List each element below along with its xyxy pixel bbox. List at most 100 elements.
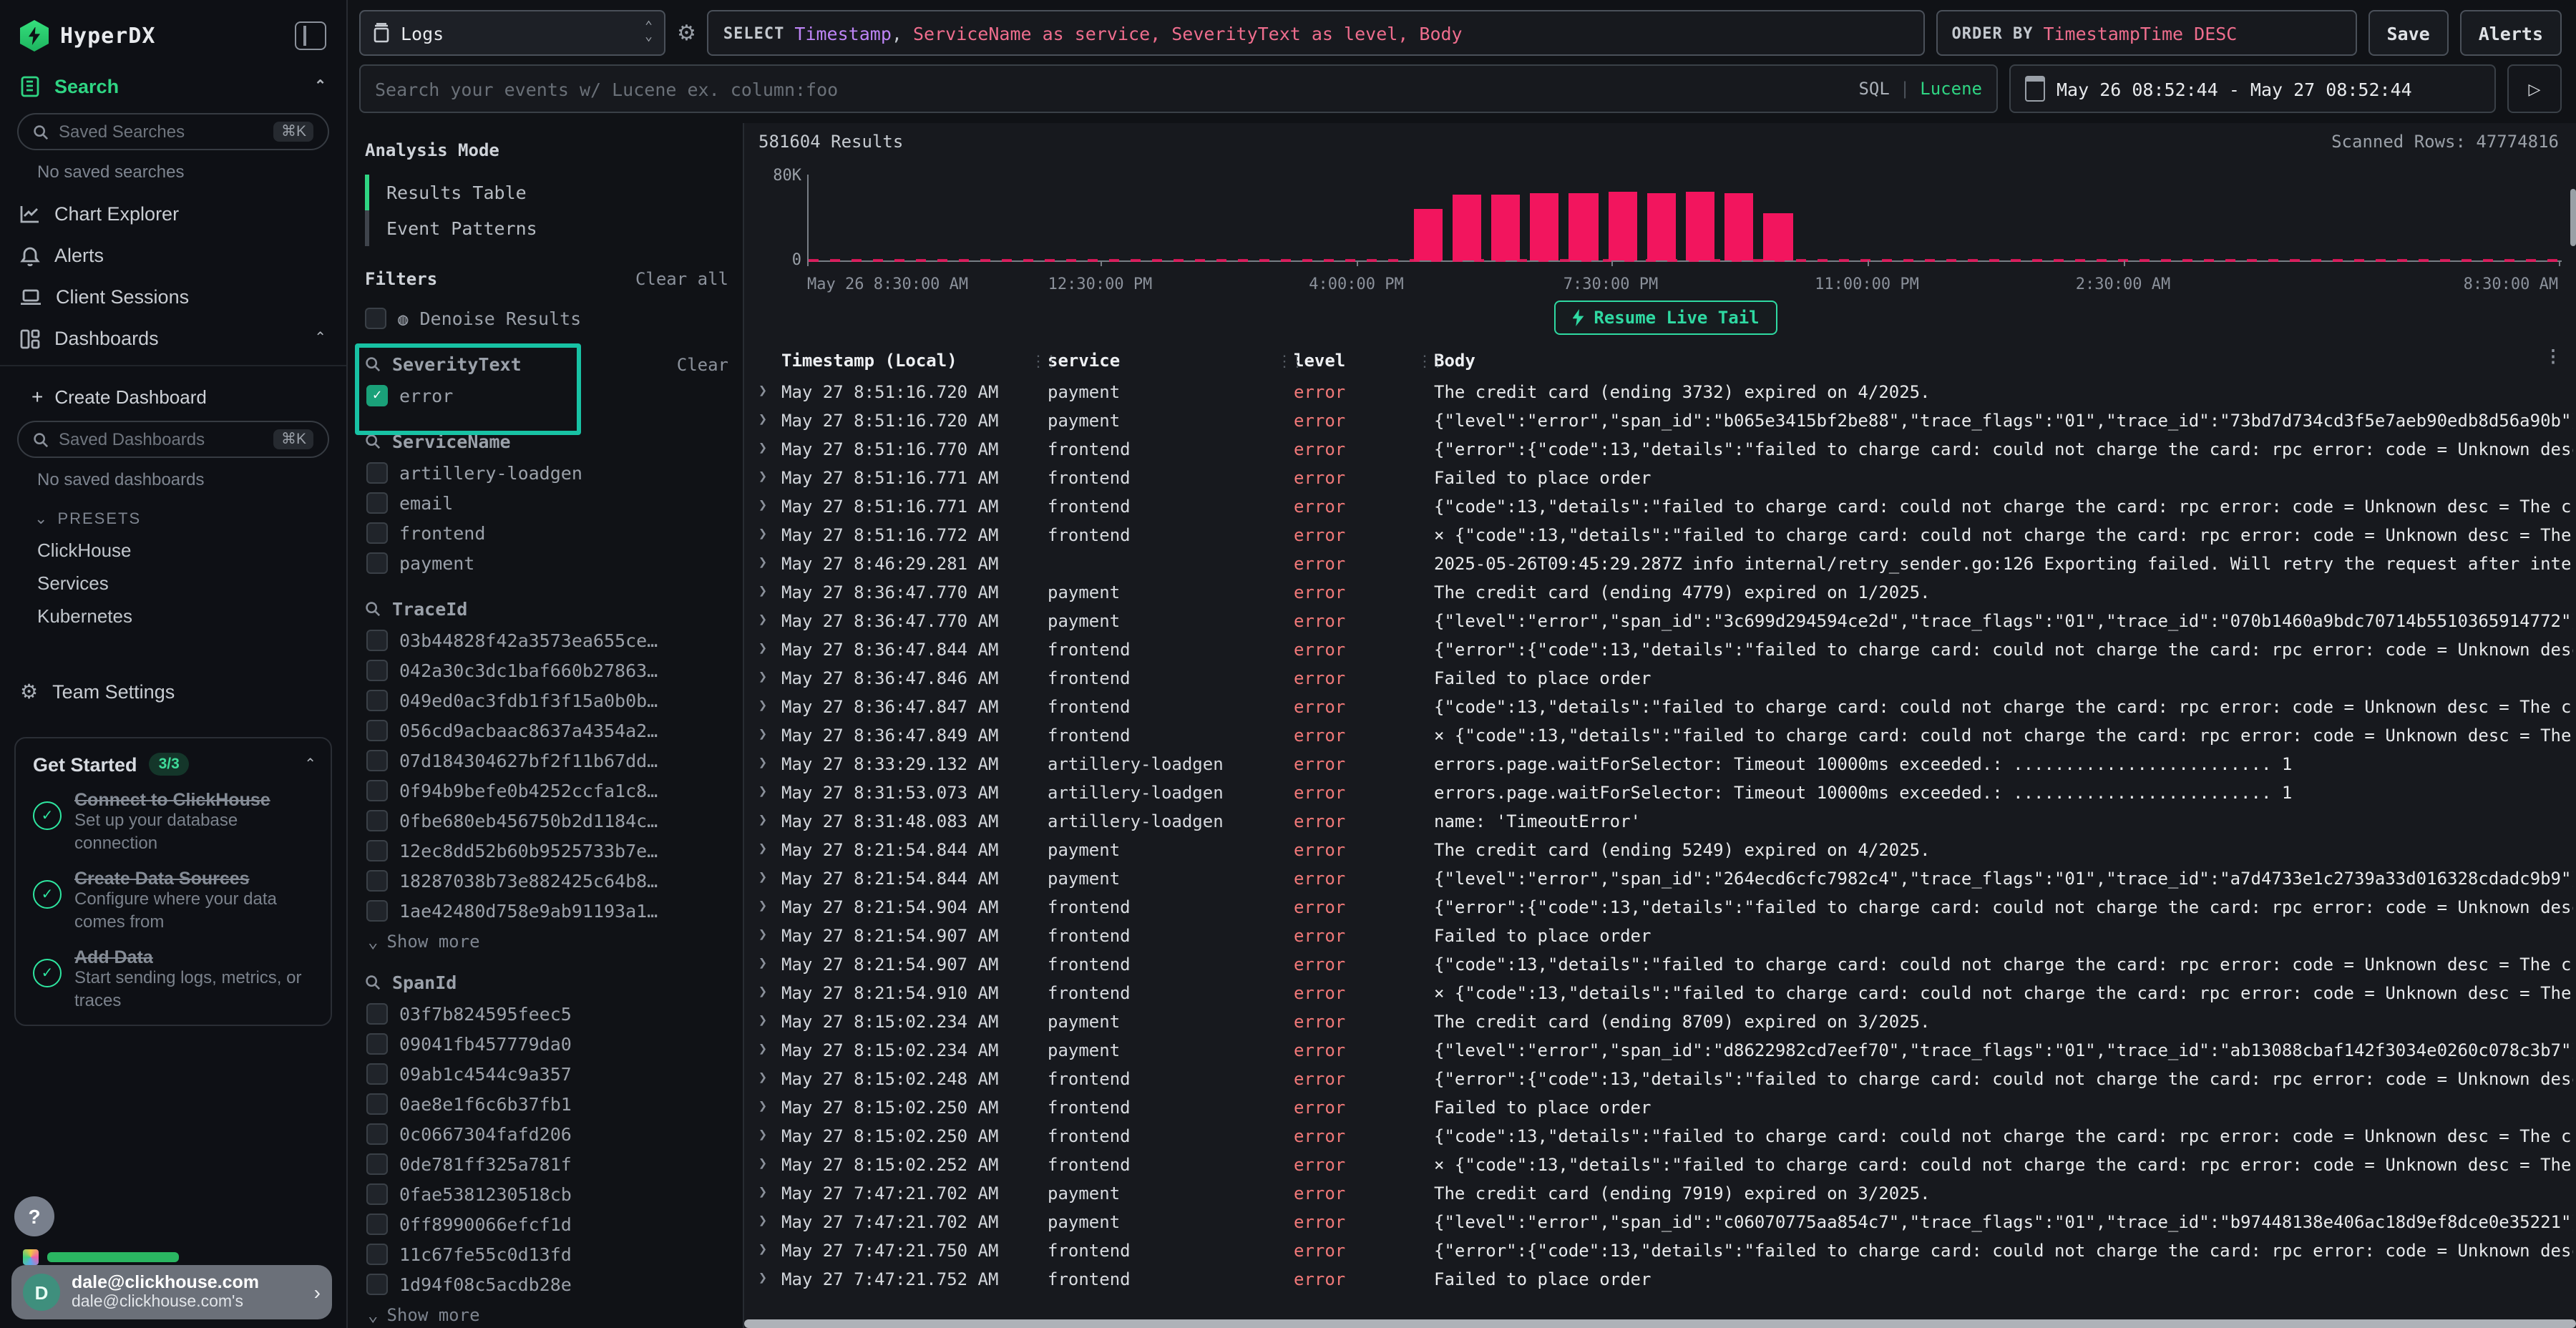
- row-expand-chevron-icon[interactable]: ❯: [758, 1179, 781, 1208]
- sidebar-collapse-icon[interactable]: [295, 21, 326, 50]
- col-service[interactable]: ⋮⋮service: [1028, 351, 1274, 371]
- table-row[interactable]: ❯May 27 8:21:54.910 AMfrontenderror× {"c…: [758, 979, 2573, 1007]
- checkbox[interactable]: [366, 462, 388, 484]
- facet-option[interactable]: 12ec8dd52b60b9525733b7e…: [366, 836, 728, 866]
- facet-option[interactable]: 03b44828f42a3573ea655ce…: [366, 625, 728, 655]
- alerts-button[interactable]: Alerts: [2460, 10, 2562, 56]
- row-expand-chevron-icon[interactable]: ❯: [758, 435, 781, 464]
- facet-option[interactable]: email: [366, 488, 728, 518]
- table-row[interactable]: ❯May 27 8:21:54.907 AMfrontenderror{"cod…: [758, 950, 2573, 979]
- checkbox[interactable]: [366, 1214, 388, 1235]
- checkbox[interactable]: [366, 1003, 388, 1025]
- checkbox[interactable]: [366, 840, 388, 861]
- table-row[interactable]: ❯May 27 8:36:47.844 AMfrontenderror{"err…: [758, 635, 2573, 664]
- row-expand-chevron-icon[interactable]: ❯: [758, 979, 781, 1007]
- sidebar-item-dashboards[interactable]: Dashboards ⌃: [0, 318, 346, 359]
- create-dashboard-button[interactable]: + Create Dashboard: [0, 375, 346, 415]
- table-row[interactable]: ❯May 27 8:51:16.720 AMpaymenterror{"leve…: [758, 406, 2573, 435]
- row-expand-chevron-icon[interactable]: ❯: [758, 664, 781, 693]
- drag-handle-icon[interactable]: ⋮⋮: [1030, 352, 1056, 371]
- checkbox[interactable]: [366, 1153, 388, 1175]
- lucene-search-input[interactable]: Search your events w/ Lucene ex. column:…: [359, 64, 1998, 113]
- histogram-bar[interactable]: [1569, 193, 1598, 261]
- row-expand-chevron-icon[interactable]: ❯: [758, 492, 781, 521]
- checkbox[interactable]: [366, 630, 388, 651]
- row-expand-chevron-icon[interactable]: ❯: [758, 950, 781, 979]
- drag-handle-icon[interactable]: ⋮⋮: [1277, 352, 1302, 371]
- table-row[interactable]: ❯May 27 8:15:02.252 AMfrontenderror× {"c…: [758, 1151, 2573, 1179]
- facet-option[interactable]: 07d184304627bf2f11b67dd…: [366, 746, 728, 776]
- table-row[interactable]: ❯May 27 8:21:54.844 AMpaymenterrorThe cr…: [758, 836, 2573, 864]
- run-query-button[interactable]: ▷: [2507, 64, 2562, 113]
- histogram-bar[interactable]: [1764, 213, 1792, 260]
- row-expand-chevron-icon[interactable]: ❯: [758, 1007, 781, 1036]
- facet-option[interactable]: 049ed0ac3fdb1f3f15a0b0b…: [366, 685, 728, 716]
- table-row[interactable]: ❯May 27 8:15:02.250 AMfrontenderrorFaile…: [758, 1093, 2573, 1122]
- checkbox[interactable]: [366, 750, 388, 771]
- facet-option[interactable]: payment: [366, 548, 728, 578]
- row-expand-chevron-icon[interactable]: ❯: [758, 893, 781, 922]
- table-row[interactable]: ❯May 27 8:51:16.770 AMfrontenderror{"err…: [758, 435, 2573, 464]
- mode-lucene-toggle[interactable]: Lucene: [1920, 79, 1982, 99]
- col-level[interactable]: ⋮⋮level: [1274, 351, 1414, 371]
- table-row[interactable]: ❯May 27 8:33:29.132 AMartillery-loadgene…: [758, 750, 2573, 778]
- vertical-scrollbar[interactable]: [2570, 189, 2576, 246]
- row-expand-chevron-icon[interactable]: ❯: [758, 578, 781, 607]
- facet-option[interactable]: 03f7b824595feec5: [366, 999, 728, 1029]
- checkbox[interactable]: [366, 720, 388, 741]
- row-expand-chevron-icon[interactable]: ❯: [758, 693, 781, 721]
- clear-all-button[interactable]: Clear all: [635, 269, 728, 289]
- order-by-input[interactable]: ORDER BY TimestampTime DESC: [1936, 10, 2356, 56]
- row-expand-chevron-icon[interactable]: ❯: [758, 1236, 781, 1265]
- sidebar-item-team-settings[interactable]: ⚙ Team Settings: [0, 670, 346, 714]
- facet-option[interactable]: 0ff8990066efcf1d: [366, 1209, 728, 1239]
- facet-option[interactable]: 0fae5381230518cb: [366, 1179, 728, 1209]
- preset-clickhouse[interactable]: ClickHouse: [0, 534, 346, 567]
- chevron-up-icon[interactable]: ⌃: [304, 756, 316, 772]
- table-row[interactable]: ❯May 27 8:15:02.234 AMpaymenterror{"leve…: [758, 1036, 2573, 1065]
- checkbox[interactable]: [366, 385, 388, 406]
- histogram-bar[interactable]: [1453, 194, 1481, 260]
- histogram-bar[interactable]: [1686, 192, 1714, 260]
- facet-option[interactable]: 042a30c3dc1baf660b27863…: [366, 655, 728, 685]
- col-body[interactable]: ⋮⋮Body: [1414, 351, 2573, 371]
- user-menu[interactable]: D dale@clickhouse.com dale@clickhouse.co…: [11, 1266, 332, 1319]
- facet-option[interactable]: 09ab1c4544c9a357: [366, 1059, 728, 1089]
- row-expand-chevron-icon[interactable]: ❯: [758, 750, 781, 778]
- tab-results-table[interactable]: Results Table: [365, 175, 728, 210]
- facet-option[interactable]: 18287038b73e882425c64b8…: [366, 866, 728, 896]
- column-settings-icon[interactable]: ⋮: [2545, 346, 2562, 366]
- table-row[interactable]: ❯May 27 8:21:54.844 AMpaymenterror{"leve…: [758, 864, 2573, 893]
- saved-dashboards-input[interactable]: Saved Dashboards ⌘K: [17, 421, 329, 458]
- checkbox[interactable]: [366, 522, 388, 544]
- row-expand-chevron-icon[interactable]: ❯: [758, 635, 781, 664]
- show-more-button[interactable]: ⌄Show more: [365, 926, 728, 952]
- table-row[interactable]: ❯May 27 8:31:53.073 AMartillery-loadgene…: [758, 778, 2573, 807]
- table-row[interactable]: ❯May 27 7:47:21.750 AMfrontenderror{"err…: [758, 1236, 2573, 1265]
- histogram-bar[interactable]: [1491, 195, 1520, 261]
- save-button[interactable]: Save: [2368, 10, 2448, 56]
- source-select[interactable]: Logs ⌃⌄: [359, 10, 665, 56]
- facet-option[interactable]: 11c67fe55c0d13fd: [366, 1239, 728, 1269]
- row-expand-chevron-icon[interactable]: ❯: [758, 836, 781, 864]
- histogram-bar[interactable]: [1608, 192, 1636, 260]
- source-settings-gear-icon[interactable]: ⚙: [677, 20, 696, 46]
- row-expand-chevron-icon[interactable]: ❯: [758, 464, 781, 492]
- checkbox[interactable]: [366, 1183, 388, 1205]
- checkbox[interactable]: [366, 552, 388, 574]
- checkbox[interactable]: [366, 660, 388, 681]
- row-expand-chevron-icon[interactable]: ❯: [758, 378, 781, 406]
- select-clause-input[interactable]: SELECT Timestamp, ServiceName as service…: [708, 10, 1925, 56]
- sidebar-item-alerts[interactable]: Alerts: [0, 235, 346, 276]
- row-expand-chevron-icon[interactable]: ❯: [758, 778, 781, 807]
- facet-option[interactable]: error: [366, 381, 728, 411]
- help-button[interactable]: ?: [14, 1196, 54, 1236]
- checkbox[interactable]: [366, 810, 388, 831]
- row-expand-chevron-icon[interactable]: ❯: [758, 1208, 781, 1236]
- table-row[interactable]: ❯May 27 8:31:48.083 AMartillery-loadgene…: [758, 807, 2573, 836]
- checkbox[interactable]: [366, 1123, 388, 1145]
- results-histogram[interactable]: 80K 0 May 26 8:30:00 AM12:30:00 PM4:00:0…: [758, 157, 2573, 298]
- row-expand-chevron-icon[interactable]: ❯: [758, 550, 781, 578]
- histogram-bar[interactable]: [1647, 193, 1676, 261]
- histogram-bar[interactable]: [1724, 193, 1753, 261]
